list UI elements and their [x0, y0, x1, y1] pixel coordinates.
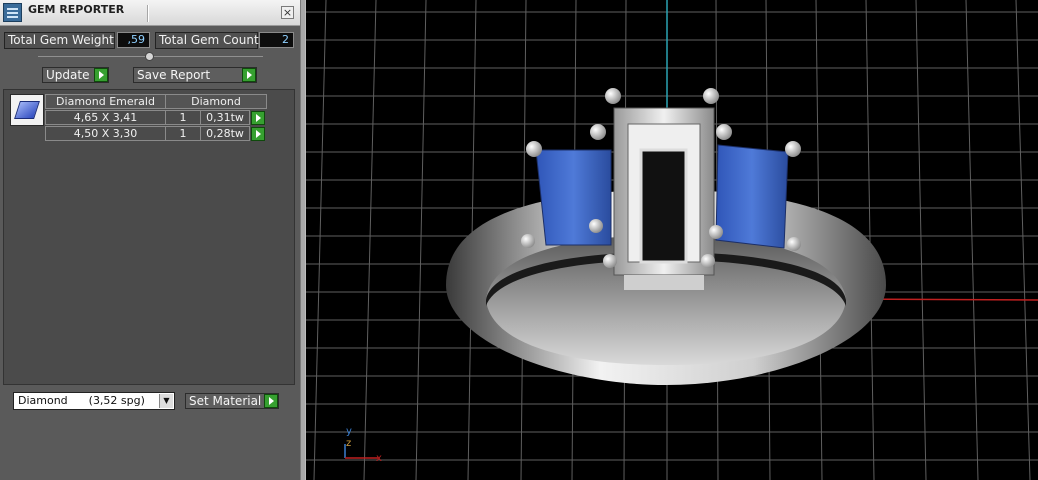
3d-viewport[interactable]: y z x: [306, 0, 1038, 480]
play-icon: [94, 68, 108, 82]
ring-model: [446, 107, 886, 385]
play-icon: [264, 394, 278, 408]
row-go-icon[interactable]: [251, 111, 265, 125]
emerald-cut-gem-icon[interactable]: [10, 94, 44, 126]
viewport-canvas: y z x: [306, 0, 1038, 480]
total-gem-count-value: 2: [259, 32, 294, 48]
gem-weight-cell: 0,31tw: [200, 110, 250, 125]
total-gem-weight-value: ,59: [117, 32, 150, 48]
panel-titlebar[interactable]: GEM REPORTER ×: [0, 0, 300, 26]
gizmo-x-label: x: [376, 453, 382, 464]
total-gem-weight-label: Total Gem Weight: [4, 32, 115, 49]
gizmo-z-label: z: [346, 438, 351, 449]
total-gem-count-label: Total Gem Count: [155, 32, 259, 49]
chevron-down-icon[interactable]: ▼: [159, 394, 173, 408]
gem-size-cell: 4,65 X 3,41: [45, 110, 166, 125]
gem-shape: [14, 101, 40, 119]
gem-material-header: Diamond: [165, 94, 267, 109]
gem-type-header: Diamond Emerald: [45, 94, 166, 109]
gizmo-y-label: y: [346, 426, 352, 437]
close-icon[interactable]: ×: [281, 6, 294, 19]
divider-handle[interactable]: [145, 52, 154, 61]
gem-size-cell: 4,50 X 3,30: [45, 126, 166, 141]
save-report-button[interactable]: Save Report: [133, 67, 257, 83]
gem-count-cell: 1: [165, 110, 201, 125]
row-go-icon[interactable]: [251, 127, 265, 141]
play-icon: [242, 68, 256, 82]
set-material-button[interactable]: Set Material: [185, 393, 279, 409]
gem-count-cell: 1: [165, 126, 201, 141]
gem-weight-cell: 0,28tw: [200, 126, 250, 141]
update-button[interactable]: Update: [42, 67, 109, 83]
title-separator: [147, 5, 148, 22]
gem-reporter-icon: [3, 3, 22, 22]
panel-title: GEM REPORTER: [28, 3, 125, 16]
material-select-value: Diamond (3,52 spg): [18, 394, 145, 407]
save-report-button-label: Save Report: [137, 68, 211, 82]
update-button-label: Update: [46, 68, 90, 82]
material-select[interactable]: Diamond (3,52 spg) ▼: [13, 392, 175, 410]
set-material-button-label: Set Material: [189, 394, 262, 408]
gem-reporter-panel: GEM REPORTER × Total Gem Weight ,59 Tota…: [0, 0, 300, 480]
